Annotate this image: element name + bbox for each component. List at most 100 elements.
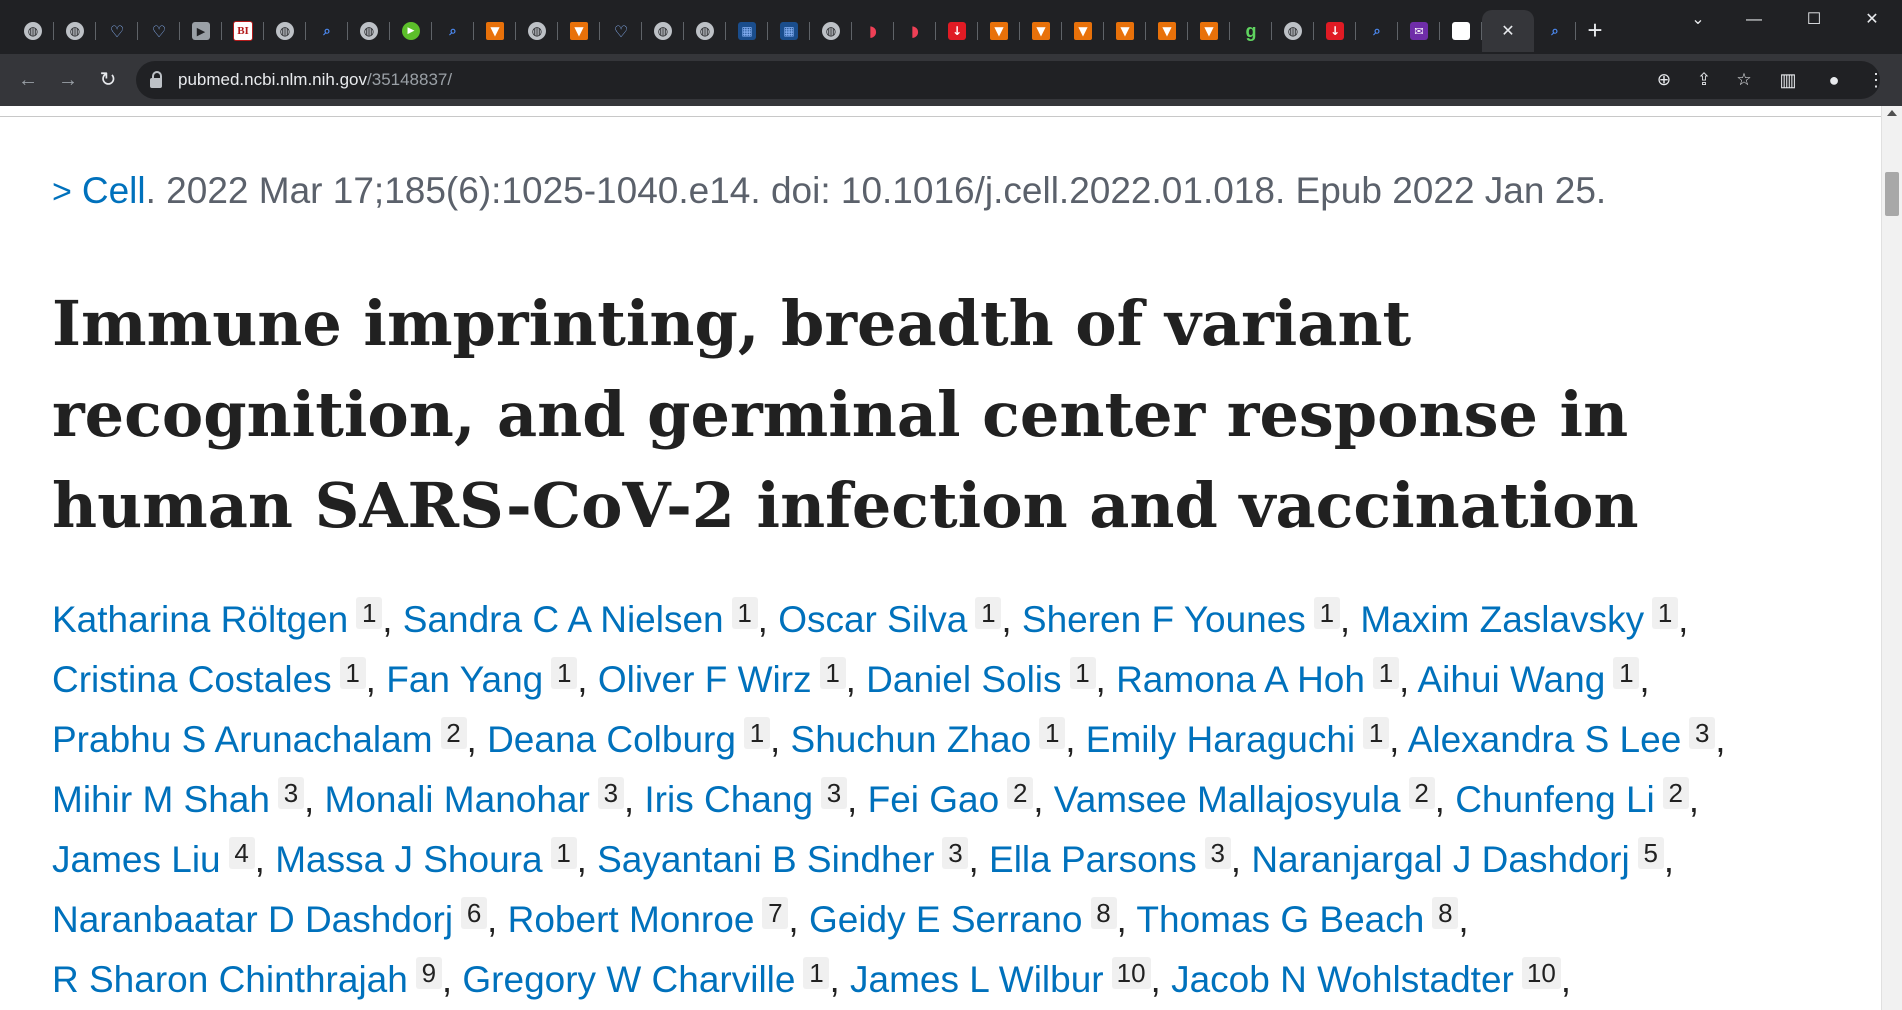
browser-tab[interactable]: ▼ [474, 10, 516, 52]
author-name-link[interactable]: Prabhu S Arunachalam [52, 719, 433, 760]
author-name-link[interactable]: Robert Monroe [508, 899, 755, 940]
author-name-link[interactable]: Massa J Shoura [275, 839, 542, 880]
browser-tab[interactable]: ◍ [54, 10, 96, 52]
browser-tab[interactable]: ◍ [348, 10, 390, 52]
author-name-link[interactable]: James Liu [52, 839, 221, 880]
chevron-right-icon[interactable]: > [52, 173, 72, 212]
affiliation-badge[interactable]: 5 [1637, 837, 1664, 869]
journal-link[interactable]: Cell [82, 170, 146, 211]
browser-tab[interactable]: ♡ [138, 10, 180, 52]
browser-tab[interactable]: ▦ [768, 10, 810, 52]
browser-tab[interactable]: g [1230, 10, 1272, 52]
author-name-link[interactable]: Emily Haraguchi [1086, 719, 1355, 760]
close-tab-icon[interactable]: ✕ [1501, 21, 1514, 41]
author-name-link[interactable]: Fei Gao [868, 779, 1000, 820]
menu-kebab-icon[interactable]: ⋮ [1862, 66, 1890, 94]
author-name-link[interactable]: Daniel Solis [866, 659, 1061, 700]
author-name-link[interactable]: Geidy E Serrano [809, 899, 1083, 940]
author-name-link[interactable]: Naranbaatar D Dashdorj [52, 899, 453, 940]
author-name-link[interactable]: James L Wilbur [850, 959, 1104, 1000]
affiliation-badge[interactable]: 9 [415, 957, 442, 989]
browser-tab[interactable]: ◍ [12, 10, 54, 52]
author-name-link[interactable]: Jacob N Wohlstadter [1171, 959, 1514, 1000]
browser-tab[interactable]: ◍ [264, 10, 306, 52]
browser-tab[interactable] [1440, 10, 1482, 52]
affiliation-badge[interactable]: 1 [975, 597, 1002, 629]
affiliation-badge[interactable]: 3 [821, 777, 848, 809]
affiliation-badge[interactable]: 1 [1613, 657, 1640, 689]
browser-tab[interactable]: ◍ [642, 10, 684, 52]
author-name-link[interactable]: Iris Chang [644, 779, 813, 820]
author-name-link[interactable]: Thomas G Beach [1136, 899, 1424, 940]
affiliation-badge[interactable]: 1 [1039, 717, 1066, 749]
tab-search-chevron-icon[interactable]: ⌄ [1670, 0, 1726, 40]
author-name-link[interactable]: Deana Colburg [487, 719, 736, 760]
affiliation-badge[interactable]: 1 [551, 657, 578, 689]
affiliation-badge[interactable]: 6 [461, 897, 488, 929]
affiliation-badge[interactable]: 1 [1313, 597, 1340, 629]
affiliation-badge[interactable]: 3 [277, 777, 304, 809]
affiliation-badge[interactable]: 2 [440, 717, 467, 749]
active-browser-tab[interactable]: ✕ [1482, 10, 1534, 52]
reload-button[interactable]: ↻ [92, 64, 124, 96]
browser-tab[interactable]: ⌕ [306, 10, 348, 52]
browser-tab[interactable]: ↓ [1314, 10, 1356, 52]
browser-tab[interactable]: ▼ [1020, 10, 1062, 52]
browser-tab[interactable]: ▼ [1062, 10, 1104, 52]
affiliation-badge[interactable]: 1 [1372, 657, 1399, 689]
author-name-link[interactable]: Monali Manohar [325, 779, 590, 820]
author-name-link[interactable]: Naranjargal J Dashdorj [1251, 839, 1629, 880]
browser-tab[interactable]: ▼ [978, 10, 1020, 52]
author-name-link[interactable]: Aihui Wang [1418, 659, 1606, 700]
forward-button[interactable]: → [52, 64, 84, 96]
affiliation-badge[interactable]: 3 [1689, 717, 1716, 749]
affiliation-badge[interactable]: 8 [1090, 897, 1117, 929]
author-name-link[interactable]: Cristina Costales [52, 659, 332, 700]
author-name-link[interactable]: Sayantani B Sindher [597, 839, 934, 880]
minimize-button[interactable]: — [1726, 0, 1782, 40]
browser-tab[interactable]: ◍ [810, 10, 852, 52]
author-name-link[interactable]: Shuchun Zhao [791, 719, 1032, 760]
affiliation-badge[interactable]: 8 [1432, 897, 1459, 929]
maximize-button[interactable]: ☐ [1786, 0, 1842, 40]
author-name-link[interactable]: Ramona A Hoh [1116, 659, 1365, 700]
affiliation-badge[interactable]: 10 [1111, 957, 1151, 989]
affiliation-badge[interactable]: 1 [803, 957, 830, 989]
affiliation-badge[interactable]: 1 [550, 837, 577, 869]
affiliation-badge[interactable]: 7 [762, 897, 789, 929]
affiliation-badge[interactable]: 1 [743, 717, 770, 749]
url-text[interactable]: pubmed.ncbi.nlm.nih.gov/35148837/ [178, 70, 452, 90]
browser-tab[interactable]: ♡ [600, 10, 642, 52]
author-name-link[interactable]: Vamsee Mallajosyula [1054, 779, 1401, 820]
scroll-up-arrow-icon[interactable] [1887, 110, 1897, 116]
browser-tab[interactable]: ⌕ [1534, 10, 1576, 52]
affiliation-badge[interactable]: 1 [339, 657, 366, 689]
share-icon[interactable]: ⇪ [1692, 68, 1716, 92]
author-name-link[interactable]: Ella Parsons [989, 839, 1197, 880]
affiliation-badge[interactable]: 10 [1521, 957, 1561, 989]
affiliation-badge[interactable]: 1 [1363, 717, 1390, 749]
affiliation-badge[interactable]: 1 [356, 597, 383, 629]
affiliation-badge[interactable]: 2 [1007, 777, 1034, 809]
affiliation-badge[interactable]: 4 [228, 837, 255, 869]
author-name-link[interactable]: Oliver F Wirz [598, 659, 812, 700]
affiliation-badge[interactable]: 1 [1652, 597, 1679, 629]
new-tab-button[interactable]: + [1580, 16, 1610, 46]
address-bar[interactable]: pubmed.ncbi.nlm.nih.gov/35148837/ ⊕ ⇪ ☆ [136, 61, 1880, 99]
author-name-link[interactable]: Fan Yang [386, 659, 543, 700]
browser-tab[interactable]: ▼ [558, 10, 600, 52]
profile-icon[interactable]: ● [1820, 66, 1848, 94]
zoom-icon[interactable]: ⊕ [1652, 68, 1676, 92]
affiliation-badge[interactable]: 1 [731, 597, 758, 629]
browser-tab[interactable]: ↓ [936, 10, 978, 52]
browser-tab[interactable]: ✉ [1398, 10, 1440, 52]
scroll-thumb[interactable] [1885, 172, 1899, 216]
author-name-link[interactable]: Sandra C A Nielsen [403, 599, 724, 640]
browser-tab[interactable]: ⌕ [432, 10, 474, 52]
author-name-link[interactable]: Mihir M Shah [52, 779, 270, 820]
author-name-link[interactable]: Katharina Röltgen [52, 599, 348, 640]
browser-tab[interactable]: ▦ [726, 10, 768, 52]
browser-tab[interactable]: ◗ [852, 10, 894, 52]
affiliation-badge[interactable]: 3 [1204, 837, 1231, 869]
affiliation-badge[interactable]: 2 [1662, 777, 1689, 809]
